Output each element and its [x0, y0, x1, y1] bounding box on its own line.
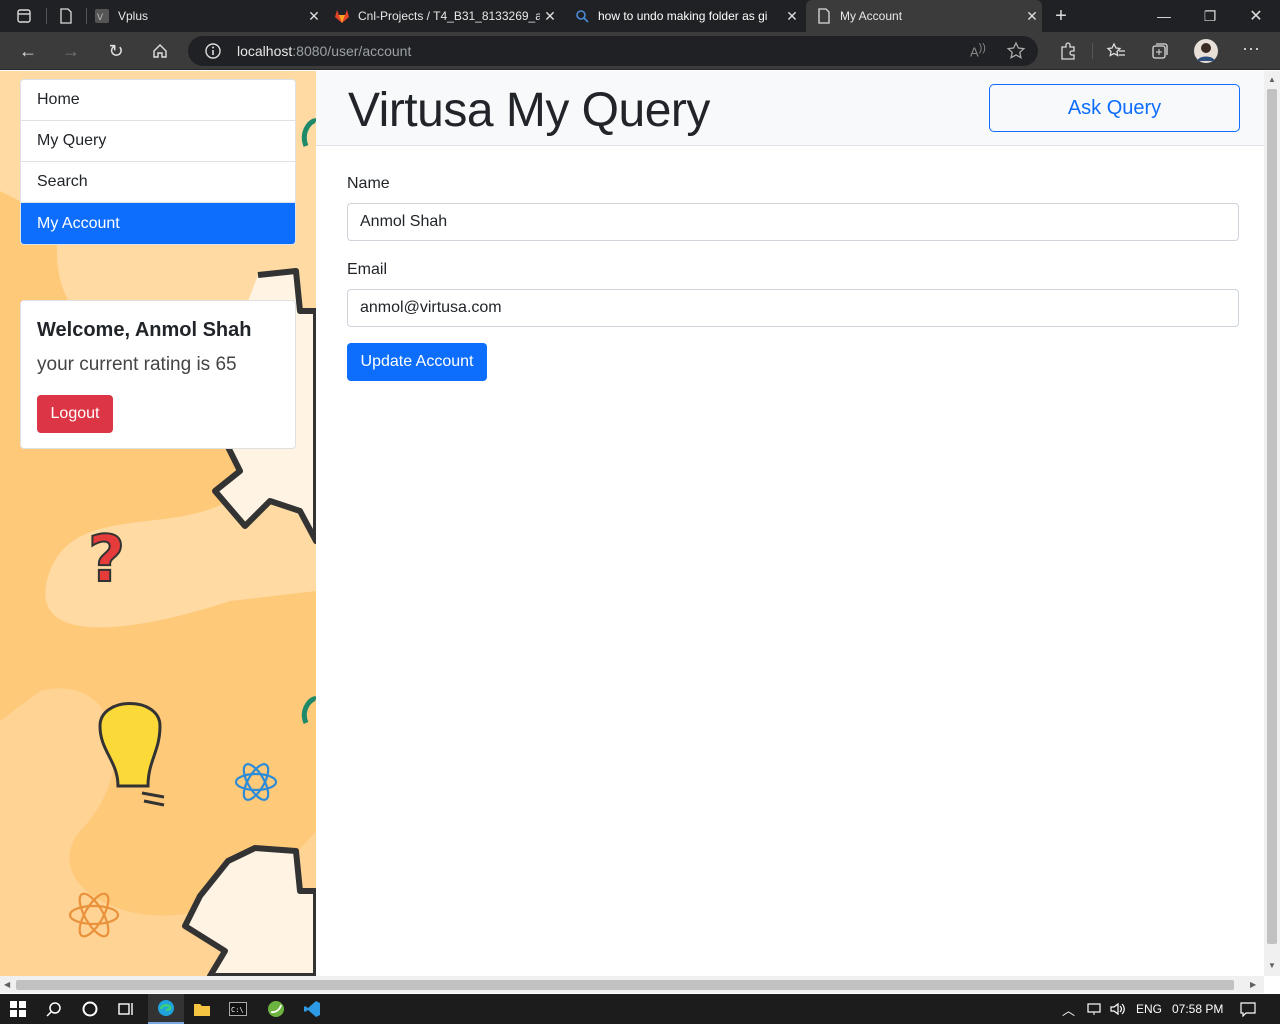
tab-title: Cnl-Projects / T4_B31_8133269_a [358, 9, 540, 23]
collections-icon[interactable] [1150, 41, 1170, 61]
page-icon [52, 2, 80, 30]
close-icon[interactable]: ✕ [782, 8, 802, 25]
tab-title: how to undo making folder as gi [598, 9, 768, 23]
scroll-thumb[interactable] [16, 980, 1234, 990]
svg-text:V: V [97, 13, 104, 23]
new-tab-icon[interactable]: + [1038, 0, 1084, 32]
tray-chevron-icon[interactable]: ︿ [1062, 1000, 1075, 1019]
search-icon [574, 8, 590, 24]
vertical-scrollbar[interactable]: ▲ ▼ [1264, 71, 1280, 976]
page-icon [816, 8, 832, 24]
scroll-thumb[interactable] [1267, 89, 1277, 944]
site-info-icon[interactable] [204, 42, 222, 60]
tab-vplus[interactable]: V Vplus ✕ [94, 0, 324, 32]
sidebar-item-search[interactable]: Search [21, 162, 295, 203]
file-explorer-icon[interactable] [184, 994, 220, 1024]
browser-title-bar: V Vplus ✕ Cnl-Projects / T4_B31_8133269_… [0, 0, 1280, 32]
volume-icon[interactable] [1106, 994, 1130, 1024]
edge-icon[interactable] [148, 994, 184, 1024]
tab-title: My Account [840, 9, 903, 23]
forward-icon[interactable]: → [57, 37, 85, 65]
address-bar[interactable]: localhost:8080/user/account A)) [188, 36, 1038, 66]
sidebar-item-my-account[interactable]: My Account [21, 203, 295, 244]
tab-gitlab[interactable]: Cnl-Projects / T4_B31_8133269_a ✕ [334, 0, 560, 32]
browser-toolbar: ← → ↻ localhost:8080/user/account A)) ··… [0, 32, 1280, 70]
scroll-right-icon[interactable]: ▶ [1250, 980, 1256, 989]
sidebar-nav: Home My Query Search My Account [20, 79, 296, 245]
scroll-left-icon[interactable]: ◀ [4, 980, 10, 989]
email-field[interactable] [347, 289, 1239, 327]
refresh-icon[interactable]: ↻ [102, 37, 130, 65]
tab-search[interactable]: how to undo making folder as gi ✕ [574, 0, 802, 32]
avatar[interactable] [1193, 38, 1219, 64]
windows-start-icon[interactable] [0, 994, 36, 1024]
rating-text: your current rating is 65 [37, 354, 237, 375]
svg-text:C:\: C:\ [231, 1006, 244, 1014]
page-content: ? Home My Query Search My Account Welcom… [0, 71, 1280, 976]
notifications-icon[interactable] [1236, 994, 1260, 1024]
cortana-icon[interactable] [72, 994, 108, 1024]
clock[interactable]: 07:58 PM [1172, 1002, 1223, 1016]
minimize-icon[interactable]: — [1141, 0, 1187, 32]
horizontal-scrollbar[interactable]: ◀ ▶ [0, 976, 1264, 993]
svg-text:?: ? [88, 523, 125, 597]
welcome-title: Welcome, Anmol Shah [37, 319, 252, 341]
vplus-icon: V [94, 8, 110, 24]
terminal-icon[interactable]: C:\ [220, 994, 256, 1024]
read-aloud-icon[interactable]: A)) [970, 42, 990, 62]
scroll-up-icon[interactable]: ▲ [1268, 75, 1276, 84]
restore-icon[interactable]: ❐ [1187, 0, 1233, 32]
name-field[interactable] [347, 203, 1239, 241]
update-account-button[interactable]: Update Account [347, 343, 487, 381]
scroll-down-icon[interactable]: ▼ [1268, 961, 1276, 970]
close-icon[interactable]: ✕ [304, 8, 324, 25]
logout-button[interactable]: Logout [37, 395, 113, 433]
vscode-icon[interactable] [294, 994, 330, 1024]
close-window-icon[interactable]: ✕ [1233, 0, 1279, 32]
gitlab-icon [334, 8, 350, 24]
sidebar-item-home[interactable]: Home [21, 80, 295, 121]
welcome-card: Welcome, Anmol Shah your current rating … [20, 300, 296, 449]
taskbar: C:\ ︿ ENG 07:58 PM [0, 994, 1280, 1024]
task-view-icon[interactable] [108, 994, 144, 1024]
more-menu-icon[interactable]: ··· [1242, 38, 1262, 58]
tab-title: Vplus [118, 9, 149, 23]
email-label: Email [347, 261, 388, 278]
page-title: Virtusa My Query [348, 84, 710, 137]
network-icon[interactable] [1082, 994, 1106, 1024]
sidebar-background: ? Home My Query Search My Account Welcom… [0, 71, 316, 976]
back-icon[interactable]: ← [14, 37, 42, 65]
search-icon[interactable] [36, 994, 72, 1024]
page-header: Virtusa My Query Ask Query [316, 71, 1264, 146]
spring-tool-icon[interactable] [258, 994, 294, 1024]
favorite-add-icon[interactable] [1006, 41, 1026, 61]
tab-actions-icon[interactable] [10, 2, 38, 30]
home-icon[interactable] [146, 37, 174, 65]
close-icon[interactable]: ✕ [540, 8, 560, 25]
language-indicator[interactable]: ENG [1136, 1002, 1162, 1016]
url-text: localhost:8080/user/account [237, 43, 412, 59]
tab-my-account[interactable]: My Account ✕ [806, 0, 1042, 32]
sidebar-item-my-query[interactable]: My Query [21, 121, 295, 162]
ask-query-button[interactable]: Ask Query [989, 84, 1240, 132]
name-label: Name [347, 175, 390, 192]
favorites-icon[interactable] [1106, 41, 1126, 61]
extensions-icon[interactable] [1058, 41, 1078, 61]
